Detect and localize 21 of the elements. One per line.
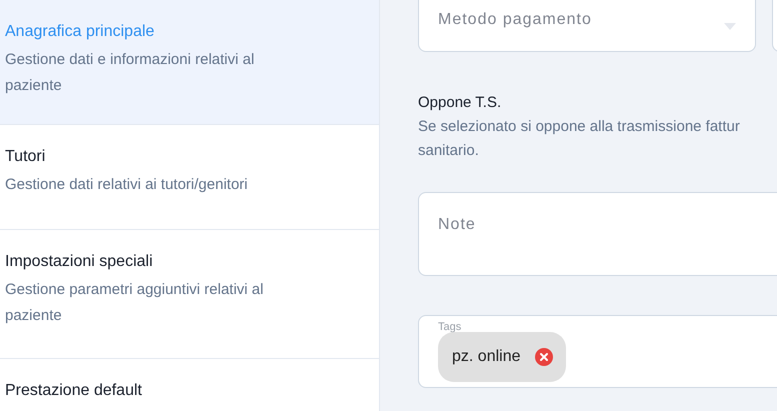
payment-method-select[interactable]: Metodo pagamento (418, 0, 756, 52)
item-title: Anagrafica principale (5, 22, 156, 42)
item-description: Gestione dati e informazioni relativi al paziente (5, 50, 256, 96)
close-icon[interactable] (534, 348, 552, 366)
field-description: Se selezionato si oppone alla trasmissione fattur (418, 117, 740, 137)
tags-field[interactable]: Tags pz. online (418, 315, 777, 388)
item-title: Tutori (5, 147, 46, 167)
item-description: Gestione dati relativi ai tutori/genitori (5, 175, 249, 195)
chip-label: pz. online (452, 347, 520, 367)
item-description: Gestione parametri aggiuntivi relativi al paziente (5, 280, 264, 326)
field-description: sanitario. (418, 141, 479, 161)
field-label: Tags (438, 320, 462, 335)
item-title: Prestazione default (5, 381, 143, 401)
field-placeholder: Metodo pagamento (438, 10, 593, 30)
field-placeholder: Note (438, 216, 476, 233)
field-label: Oppone T.S. (418, 93, 502, 113)
item-title: Impostazioni speciali (5, 252, 154, 272)
dropdown-caret-icon (724, 23, 736, 30)
note-field[interactable]: Note (418, 192, 777, 276)
tag-chip[interactable]: pz. online (438, 332, 566, 382)
sidebar-item[interactable]: Anagrafica principale Gestione dati e informazioni relativi al paziente (0, 0, 379, 125)
